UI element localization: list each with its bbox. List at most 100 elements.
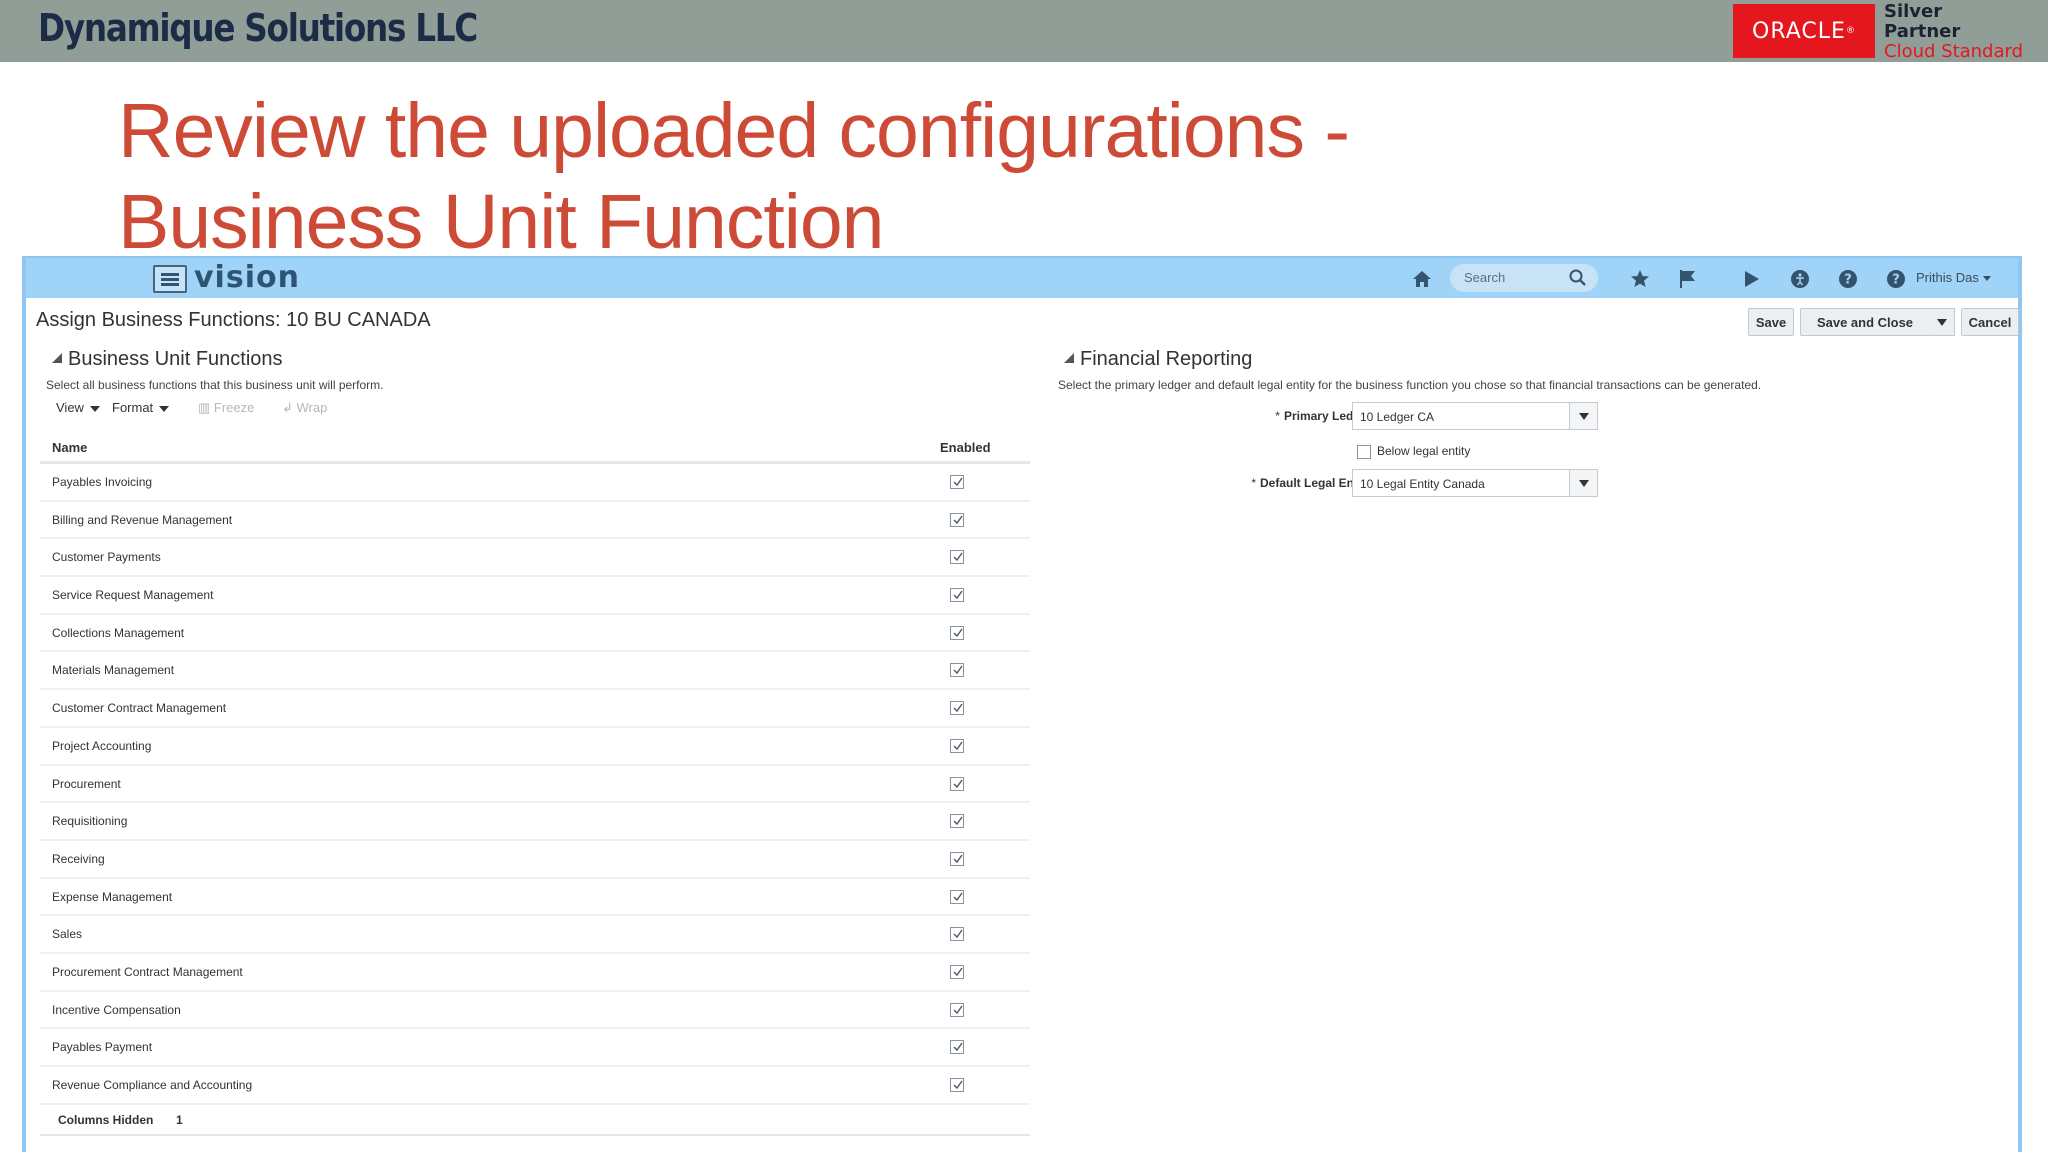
business-unit-functions-section[interactable]: Business Unit Functions (52, 348, 283, 371)
svg-text:?: ? (1892, 273, 1900, 288)
table-row[interactable]: Receiving (40, 841, 1030, 879)
star-icon[interactable] (1628, 267, 1652, 291)
help-icon[interactable]: ? (1836, 267, 1860, 291)
wrap-icon: ↲ (282, 400, 297, 415)
view-menu[interactable]: View (56, 400, 100, 415)
enabled-checkbox[interactable] (950, 964, 964, 979)
flag-icon[interactable] (1676, 267, 1700, 291)
cancel-button[interactable]: Cancel (1961, 308, 2019, 336)
function-name: Customer Contract Management (52, 701, 227, 716)
table-footer: Columns Hidden 1 (40, 1102, 1030, 1136)
function-name: Collections Management (52, 625, 185, 640)
table-row[interactable]: Payables Payment (40, 1029, 1030, 1067)
below-legal-entity-checkbox[interactable] (1357, 445, 1371, 459)
enabled-checkbox[interactable] (950, 701, 964, 716)
chevron-down-icon (1578, 479, 1589, 487)
checkmark-icon (953, 515, 963, 524)
table-row[interactable]: Billing and Revenue Management (40, 502, 1030, 540)
table-row[interactable]: Service Request Management (40, 577, 1030, 615)
function-name: Payables Invoicing (52, 475, 153, 489)
enabled-checkbox[interactable] (950, 588, 964, 603)
function-name: Customer Payments (52, 550, 161, 565)
collapse-icon[interactable] (1064, 353, 1074, 363)
enabled-checkbox[interactable] (950, 851, 964, 866)
enabled-checkbox[interactable] (950, 1078, 964, 1092)
checkmark-icon (953, 666, 963, 675)
page-title: Assign Business Functions: 10 BU CANADA (36, 309, 431, 331)
collapse-icon[interactable] (52, 353, 62, 363)
column-header-enabled[interactable]: Enabled (940, 440, 991, 455)
enabled-checkbox[interactable] (950, 663, 964, 678)
slide-title: Review the uploaded configurations - Bus… (118, 88, 1350, 265)
enabled-checkbox[interactable] (950, 927, 964, 942)
table-row[interactable]: Customer Contract Management (40, 690, 1030, 728)
checkmark-icon (953, 1080, 963, 1090)
slide-header-band: Dynamique Solutions LLC ORACLE ® Silver P… (0, 0, 2048, 62)
user-menu[interactable]: Prithis Das (1916, 270, 1991, 285)
enabled-checkbox[interactable] (950, 475, 964, 489)
chevron-down-icon (159, 405, 170, 412)
checkmark-icon (953, 590, 963, 600)
enabled-checkbox[interactable] (950, 776, 964, 791)
save-and-close-button[interactable]: Save and Close (1800, 308, 1930, 336)
freeze-button[interactable]: ▥ Freeze (198, 400, 254, 416)
enabled-checkbox[interactable] (950, 1002, 964, 1017)
wrap-button[interactable]: ↲ Wrap (282, 400, 327, 416)
enabled-checkbox[interactable] (950, 625, 964, 640)
dropdown-button[interactable] (1569, 403, 1597, 429)
column-header-name[interactable]: Name (52, 440, 87, 455)
function-name: Sales (52, 927, 83, 942)
save-button[interactable]: Save (1748, 308, 1794, 336)
function-name: Revenue Compliance and Accounting (52, 1078, 253, 1092)
enabled-checkbox[interactable] (950, 738, 964, 753)
enabled-checkbox[interactable] (950, 1040, 964, 1055)
financial-reporting-section[interactable]: Financial Reporting (1064, 348, 1252, 371)
checkmark-icon (953, 552, 963, 562)
table-row[interactable]: Materials Management (40, 652, 1030, 691)
notification-icon[interactable] (1740, 267, 1764, 291)
enabled-checkbox[interactable] (950, 512, 964, 527)
accessibility-icon[interactable] (1788, 267, 1812, 291)
table-row[interactable]: Procurement Contract Management (40, 954, 1030, 992)
table-row[interactable]: Incentive Compensation (40, 992, 1030, 1030)
checkmark-icon (953, 703, 963, 713)
enabled-checkbox[interactable] (950, 889, 964, 904)
freeze-icon: ▥ (198, 400, 214, 415)
function-name: Receiving (52, 851, 105, 866)
table-row[interactable]: Project Accounting (40, 728, 1030, 766)
checkmark-icon (953, 741, 963, 750)
function-name: Expense Management (52, 889, 173, 904)
navigator-menu-button[interactable] (153, 265, 187, 293)
dropdown-button[interactable] (1569, 470, 1597, 496)
default-legal-entity-select[interactable]: 10 Legal Entity Canada (1352, 469, 1598, 497)
enabled-checkbox[interactable] (950, 814, 964, 829)
svg-text:?: ? (1844, 273, 1852, 288)
function-name: Materials Management (52, 663, 175, 678)
checkmark-icon (953, 929, 963, 939)
table-row[interactable]: Requisitioning (40, 803, 1030, 841)
search-box[interactable]: Search (1450, 264, 1598, 292)
search-icon[interactable] (1568, 268, 1588, 288)
oracle-logo: ORACLE ® (1733, 4, 1875, 58)
columns-hidden-count: 1 (176, 1113, 183, 1127)
format-menu[interactable]: Format (112, 400, 170, 415)
checkmark-icon (953, 854, 963, 863)
search-input[interactable]: Search (1464, 270, 1505, 285)
primary-ledger-select[interactable]: 10 Ledger CA (1352, 402, 1598, 430)
chevron-down-icon (1936, 318, 1947, 326)
home-icon[interactable] (1410, 267, 1434, 291)
table-row[interactable]: Sales (40, 916, 1030, 954)
function-name: Incentive Compensation (52, 1002, 181, 1017)
enabled-checkbox[interactable] (950, 550, 964, 565)
table-row[interactable]: Payables Invoicing (40, 464, 1030, 502)
table-row[interactable]: Procurement (40, 766, 1030, 804)
table-row[interactable]: Collections Management (40, 615, 1030, 653)
business-functions-table: Payables Invoicing Billing and Revenue Ma… (40, 464, 1030, 1105)
table-row[interactable]: Expense Management (40, 879, 1030, 917)
table-row[interactable]: Customer Payments (40, 539, 1030, 578)
table-row[interactable]: Revenue Compliance and Accounting (40, 1067, 1030, 1105)
checkmark-icon (953, 967, 963, 977)
save-options-dropdown[interactable] (1929, 308, 1955, 336)
checkmark-icon (953, 892, 963, 901)
help-icon[interactable]: ? (1884, 267, 1908, 291)
